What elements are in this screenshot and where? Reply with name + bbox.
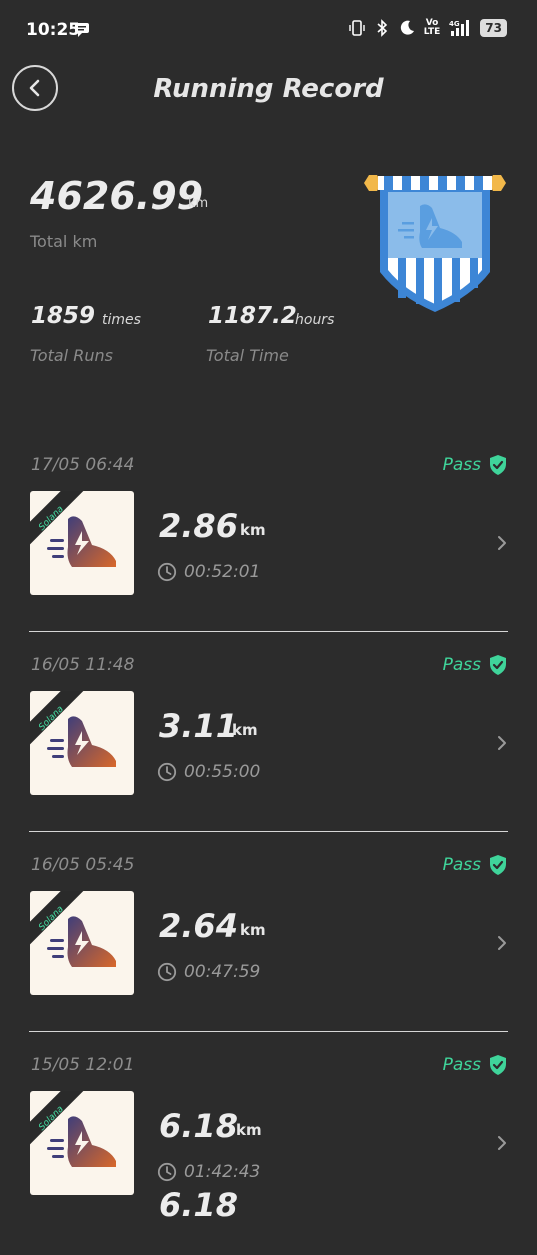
do-not-disturb-moon-icon: [400, 20, 414, 35]
pass-label: Pass: [442, 1055, 481, 1075]
chevron-right-icon[interactable]: [496, 534, 508, 552]
clock-icon: [157, 1162, 177, 1182]
achievement-badge-icon: [364, 175, 506, 312]
run-duration: 00:47:59: [184, 962, 261, 982]
run-distance-unit: km: [240, 521, 266, 539]
chevron-right-icon[interactable]: [496, 734, 508, 752]
pass-label: Pass: [442, 455, 481, 475]
total-runs-label: Total Runs: [30, 346, 113, 365]
status-icons: Vo LTE 4G 73: [349, 19, 507, 37]
pass-shield-check-icon: [490, 1055, 506, 1075]
total-time-unit: hours: [295, 312, 335, 328]
page-title: Running Record: [153, 74, 384, 104]
run-distance-unit: km: [232, 721, 258, 739]
pass-shield-check-icon: [490, 855, 506, 875]
run-distance: 3.11: [159, 707, 238, 745]
pass-label: Pass: [442, 655, 481, 675]
next-record-distance-peek: 6.18: [159, 1186, 238, 1224]
total-km-unit: km: [188, 196, 209, 211]
total-time-value: 1187.2: [208, 303, 297, 329]
chevron-right-icon[interactable]: [496, 934, 508, 952]
run-record-item[interactable]: 16/05 11:48 Pass Solana 3.11 km 00:55:00: [0, 655, 537, 855]
total-km-value: 4626.99: [30, 174, 204, 218]
run-record-item[interactable]: 16/05 05:45 Pass Solana 2.64 km 00:47:59: [0, 855, 537, 1055]
chat-notification-icon: [75, 23, 89, 37]
divider: [29, 831, 508, 832]
run-date: 16/05 05:45: [31, 855, 135, 875]
run-thumbnail: Solana: [30, 491, 134, 595]
pass-shield-check-icon: [490, 655, 506, 675]
vibrate-icon: [349, 20, 365, 36]
run-distance: 2.64: [159, 907, 238, 945]
run-thumbnail: Solana: [30, 1091, 134, 1195]
run-thumbnail: Solana: [30, 891, 134, 995]
run-date: 15/05 12:01: [31, 1055, 135, 1075]
clock-icon: [157, 962, 177, 982]
signal-icon: 4G: [449, 20, 470, 36]
divider: [29, 1031, 508, 1032]
run-duration: 00:55:00: [184, 762, 261, 782]
run-record-item[interactable]: 15/05 12:01 Pass Solana 6.18 km 01:42:43: [0, 1055, 537, 1255]
run-distance-unit: km: [240, 921, 266, 939]
total-runs-unit: times: [102, 312, 141, 328]
clock-icon: [157, 762, 177, 782]
chevron-right-icon[interactable]: [496, 1134, 508, 1152]
total-km-label: Total km: [30, 232, 98, 251]
run-date: 16/05 11:48: [31, 655, 135, 675]
run-distance: 6.18: [159, 1107, 238, 1145]
status-time: 10:25: [26, 20, 81, 40]
run-record-item[interactable]: 17/05 06:44 Pass Solana 2.86 km 00:52:01: [0, 455, 537, 655]
run-thumbnail: Solana: [30, 691, 134, 795]
clock-icon: [157, 562, 177, 582]
pass-label: Pass: [442, 855, 481, 875]
run-distance: 2.86: [159, 507, 238, 545]
run-distance-unit: km: [236, 1121, 262, 1139]
run-date: 17/05 06:44: [31, 455, 135, 475]
total-runs-value: 1859: [31, 303, 96, 329]
divider: [29, 631, 508, 632]
status-bar: 10:25 Vo LTE 4G 73: [0, 0, 537, 62]
run-duration: 00:52:01: [184, 562, 261, 582]
pass-shield-check-icon: [490, 455, 506, 475]
bluetooth-icon: [377, 19, 387, 37]
total-time-label: Total Time: [206, 346, 289, 365]
run-duration: 01:42:43: [184, 1162, 261, 1182]
volte-indicator: Vo LTE: [423, 18, 441, 37]
svg-text:4G: 4G: [449, 20, 460, 28]
battery-indicator: 73: [480, 19, 507, 37]
